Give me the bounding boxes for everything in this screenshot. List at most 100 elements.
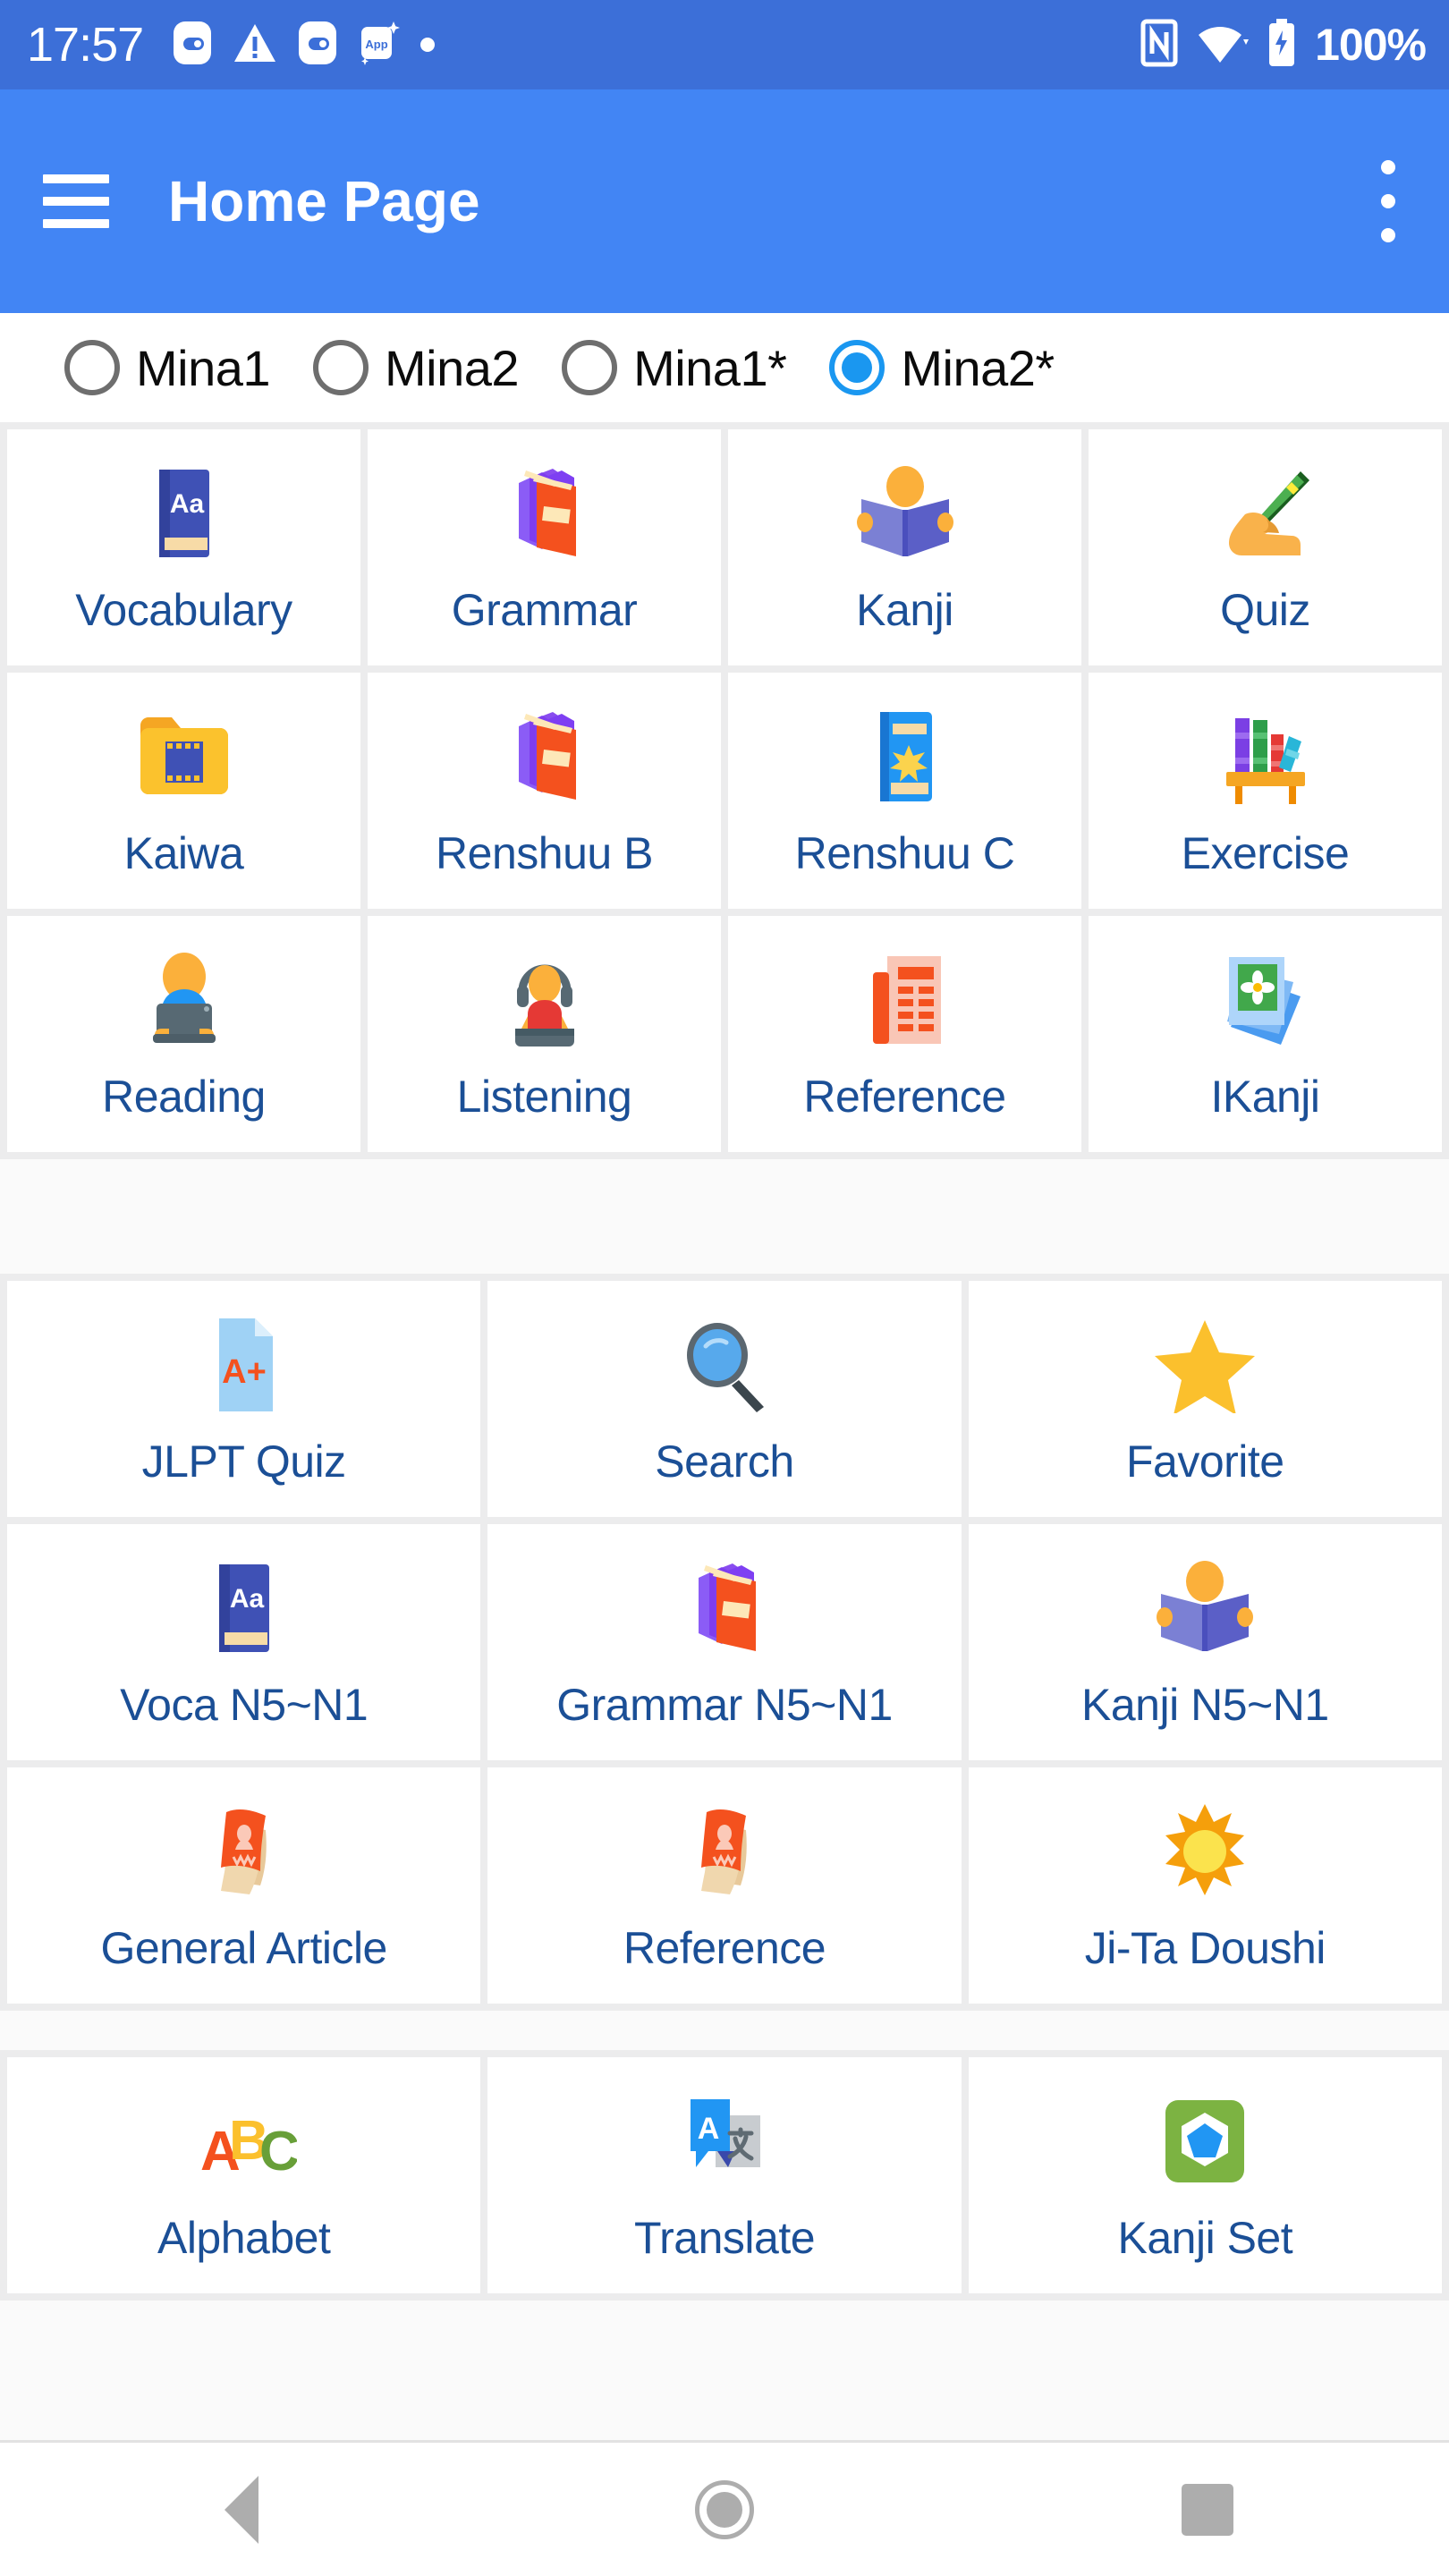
status-system-icons: 100% [1140, 18, 1427, 72]
hand-writing-pen-icon [1212, 460, 1319, 567]
tile-label: Kaiwa [123, 828, 244, 878]
radio-label: Mina2* [901, 339, 1055, 396]
tile-ikanji[interactable]: IKanji [1089, 916, 1442, 1152]
main-feature-section: Aa Vocabulary Grammar Kanji Quiz Kaiwa Renshuu… [0, 422, 1449, 1159]
tile-voca-n5-n1[interactable]: Aa Voca N5~N1 [7, 1524, 481, 1760]
radio-mina2-star[interactable]: Mina2* [829, 339, 1055, 397]
green-hexagon-pentagon-icon [1151, 2088, 1258, 2195]
tile-ji-ta-doushi[interactable]: Ji-Ta Doushi [968, 1767, 1442, 2004]
tile-alphabet[interactable]: A B C Alphabet [7, 2057, 481, 2293]
tile-general-article[interactable]: General Article [7, 1767, 481, 2004]
abc-letters-icon: ABC [191, 2088, 298, 2195]
tile-kanji-n5-n1[interactable]: Kanji N5~N1 [968, 1524, 1442, 1760]
tile-grammar[interactable]: Grammar [368, 429, 721, 665]
tile-renshuu-b[interactable]: Renshuu B [368, 673, 721, 909]
film-folder-icon [131, 703, 238, 810]
battery-charging-icon [1267, 18, 1297, 72]
tile-kanji[interactable]: Kanji [728, 429, 1081, 665]
tile-label: Kanji Set [1117, 2213, 1293, 2263]
person-reading-book-icon [852, 460, 959, 567]
tile-label: Reference [623, 1923, 826, 1973]
tile-kaiwa[interactable]: Kaiwa [7, 673, 360, 909]
main-feature-grid: Aa Vocabulary Grammar Kanji Quiz Kaiwa Renshuu… [7, 429, 1442, 1152]
svg-text:App: App [366, 38, 388, 51]
radio-label: Mina2 [385, 339, 520, 396]
tile-label: Vocabulary [75, 585, 292, 635]
tile-label: Reading [102, 1072, 266, 1122]
svg-text:Aa: Aa [169, 489, 204, 519]
tile-jlpt-quiz[interactable]: A+ JLPT Quiz [7, 1281, 481, 1517]
hamburger-menu-icon[interactable] [43, 174, 109, 228]
nfc-icon [1140, 18, 1179, 72]
person-laptop-icon [131, 946, 238, 1054]
tile-vocabulary[interactable]: Aa Vocabulary [7, 429, 360, 665]
extras-grid: A B C Alphabet A Translate Kanji Set [7, 2057, 1442, 2293]
section-gap [0, 2011, 1449, 2050]
tile-reference[interactable]: Reference [728, 916, 1081, 1152]
tile-favorite[interactable]: Favorite [968, 1281, 1442, 1517]
tile-label: Renshuu C [794, 828, 1015, 878]
red-article-book-icon [671, 1798, 778, 1905]
app-sparkle-icon: App [358, 18, 401, 72]
grade-a-plus-page-icon: A+ [191, 1311, 298, 1419]
tools-section: A+ JLPT Quiz Search Favorite Aa Voca N5~N1 Gra… [0, 1274, 1449, 2011]
book-selector-group: Mina1 Mina2 Mina1* Mina2* [0, 313, 1449, 422]
radio-mina2[interactable]: Mina2 [313, 339, 520, 397]
more-vertical-icon[interactable] [1363, 158, 1413, 244]
magnifying-glass-icon [671, 1311, 778, 1419]
tile-grammar-n5-n1[interactable]: Grammar N5~N1 [487, 1524, 962, 1760]
radio-circle-icon [64, 340, 120, 395]
translate-icon: A [671, 2088, 778, 2195]
tile-reference[interactable]: Reference [487, 1767, 962, 2004]
page-title: Home Page [168, 169, 480, 233]
person-reading-book-icon [1151, 1555, 1258, 1662]
tile-reading[interactable]: Reading [7, 916, 360, 1152]
two-books-icon [671, 1555, 778, 1662]
tile-label: Alphabet [157, 2213, 331, 2263]
tile-search[interactable]: Search [487, 1281, 962, 1517]
home-circle-icon[interactable] [657, 2465, 792, 2555]
content-scroll-area[interactable]: Mina1 Mina2 Mina1* Mina2* Aa Vocabulary Gr… [0, 313, 1449, 2440]
status-clock: 17:57 [27, 18, 144, 72]
svg-text:Aa: Aa [229, 1584, 264, 1614]
two-books-icon [491, 460, 598, 567]
radio-mina1-star[interactable]: Mina1* [562, 339, 787, 397]
tile-renshuu-c[interactable]: Renshuu C [728, 673, 1081, 909]
tile-quiz[interactable]: Quiz [1089, 429, 1442, 665]
tile-label: Search [655, 1436, 794, 1487]
tile-label: Reference [803, 1072, 1006, 1122]
blue-star-book-icon [852, 703, 959, 810]
system-navigation-bar [0, 2440, 1449, 2576]
app-bar: Home Page [0, 89, 1449, 313]
tile-label: Translate [633, 2213, 816, 2263]
tile-label: Renshuu B [436, 828, 653, 878]
tile-listening[interactable]: Listening [368, 916, 721, 1152]
back-triangle-icon[interactable] [174, 2465, 309, 2555]
svg-text:A+: A+ [222, 1353, 267, 1391]
status-notification-icons: App [172, 18, 436, 72]
person-headphones-icon [491, 946, 598, 1054]
cloud-app-icon [297, 20, 338, 71]
tile-translate[interactable]: A Translate [487, 2057, 962, 2293]
radio-mina1[interactable]: Mina1 [64, 339, 271, 397]
blue-dictionary-book-icon: Aa [191, 1555, 298, 1662]
tile-label: Quiz [1220, 585, 1310, 635]
radio-label: Mina1* [633, 339, 787, 396]
status-bar: 17:57 App 100% [0, 0, 1449, 89]
tile-label: Kanji N5~N1 [1081, 1680, 1329, 1730]
tile-kanji-set[interactable]: Kanji Set [968, 2057, 1442, 2293]
radio-circle-icon [829, 340, 886, 395]
phone-screen: 17:57 App 100% Home Page Mina1 Mina2 Min… [0, 0, 1449, 2576]
radio-label: Mina1 [136, 339, 271, 396]
tile-label: General Article [100, 1923, 387, 1973]
cloud-app-icon [172, 20, 213, 71]
two-books-icon [491, 703, 598, 810]
recents-square-icon[interactable] [1140, 2465, 1275, 2555]
tile-label: Kanji [856, 585, 953, 635]
tile-label: JLPT Quiz [141, 1436, 347, 1487]
yellow-star-icon [1151, 1311, 1258, 1419]
tile-exercise[interactable]: Exercise [1089, 673, 1442, 909]
tile-label: Grammar [451, 585, 638, 635]
tile-label: Voca N5~N1 [120, 1680, 369, 1730]
battery-percent-label: 100% [1315, 20, 1427, 70]
